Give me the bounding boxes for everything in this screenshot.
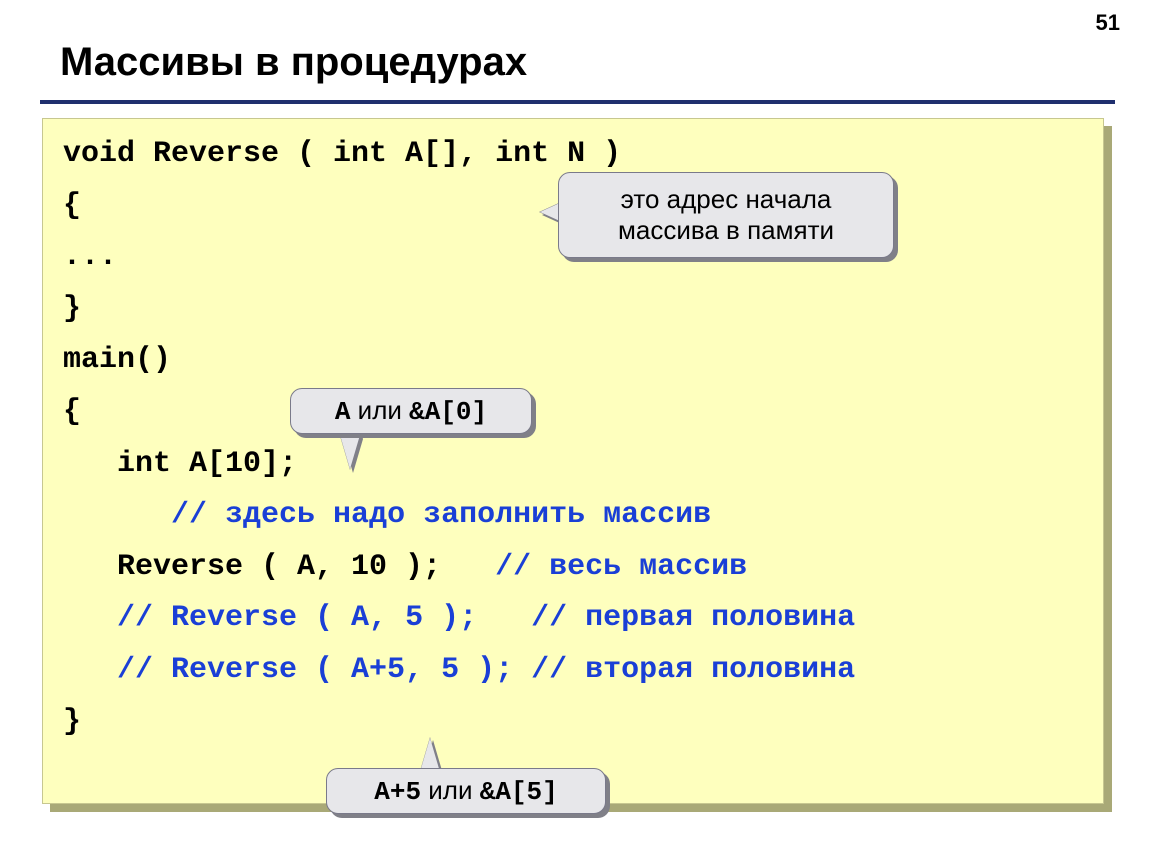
callout-code: A: [335, 397, 351, 427]
callout-a-or-a0: A или &A[0]: [290, 388, 532, 434]
code-comment: // Reverse ( A+5, 5 ); // вторая половин…: [117, 653, 855, 687]
code-comment: // здесь надо заполнить массив: [171, 498, 711, 532]
code-line: int A[10];: [63, 447, 297, 481]
code-comment: // весь массив: [495, 550, 747, 584]
page-number: 51: [1096, 10, 1120, 36]
callout-text: или: [421, 775, 480, 805]
code-line: {: [63, 189, 81, 223]
code-comment: // Reverse ( A, 5 ); // первая половина: [117, 601, 855, 635]
code-line: main(): [63, 343, 171, 377]
code-line: [63, 653, 117, 687]
callout-code: &A[5]: [480, 777, 558, 807]
code-line: ...: [63, 240, 117, 274]
callout-pointer: [420, 738, 440, 772]
slide: 51 Массивы в процедурах void Reverse ( i…: [0, 0, 1150, 864]
callout-a5-or-a5: A+5 или &A[5]: [326, 768, 606, 814]
code-line: Reverse ( A, 10 );: [63, 550, 495, 584]
callout-code: &A[0]: [409, 397, 487, 427]
code-line: [63, 601, 117, 635]
callout-text: это адрес начала массива в памяти: [579, 184, 873, 246]
callout-code: A+5: [374, 777, 421, 807]
code-line: void Reverse ( int A[], int N ): [63, 137, 621, 171]
callout-address: это адрес начала массива в памяти: [558, 172, 894, 258]
code-line: }: [63, 292, 81, 326]
code-line: [63, 498, 171, 532]
callout-text: или: [350, 395, 409, 425]
title-rule: [40, 100, 1115, 104]
code-line: {: [63, 395, 81, 429]
callout-pointer: [340, 435, 360, 469]
slide-title: Массивы в процедурах: [60, 40, 527, 85]
code-line: }: [63, 705, 81, 739]
